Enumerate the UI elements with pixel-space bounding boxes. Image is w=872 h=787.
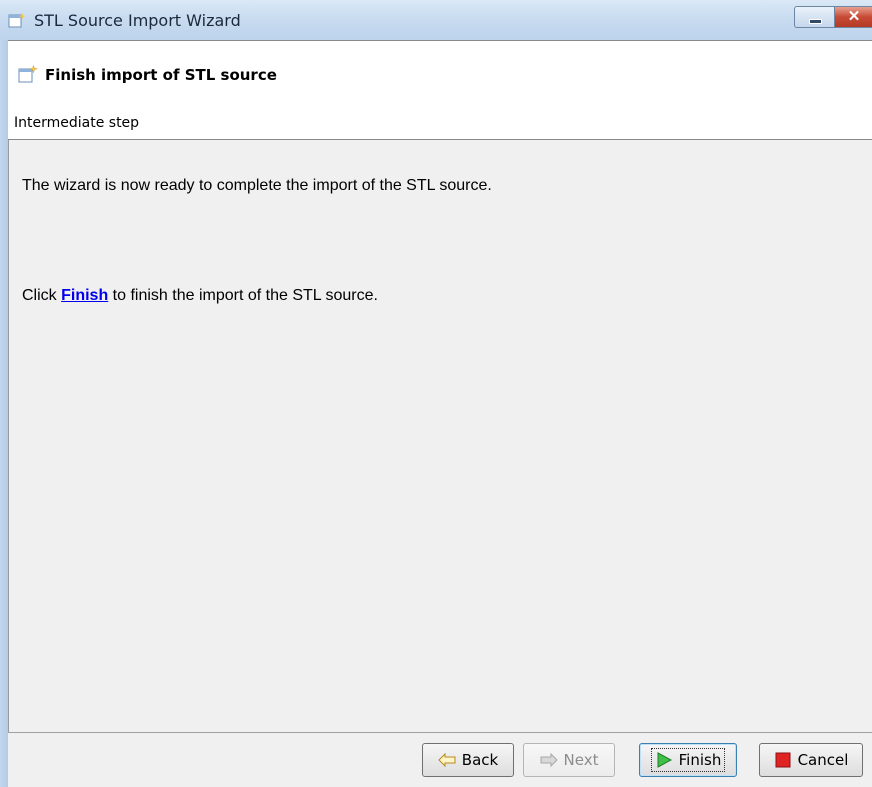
finish-button[interactable]: Finish bbox=[639, 743, 737, 777]
arrow-left-icon bbox=[438, 752, 456, 768]
wizard-icon bbox=[8, 12, 26, 28]
wizard-window: STL Source Import Wizard ✕ Finish import… bbox=[0, 0, 872, 787]
wizard-client-area: Finish import of STL source Intermediate… bbox=[8, 40, 872, 787]
page-title: Finish import of STL source bbox=[45, 66, 277, 84]
stop-icon bbox=[774, 752, 792, 768]
cancel-button[interactable]: Cancel bbox=[759, 743, 863, 777]
back-label: Back bbox=[461, 751, 499, 769]
finish-link[interactable]: Finish bbox=[61, 287, 108, 304]
next-button[interactable]: Next bbox=[523, 743, 615, 777]
close-button[interactable]: ✕ bbox=[834, 6, 872, 28]
play-icon bbox=[655, 752, 673, 768]
title-bar[interactable]: STL Source Import Wizard ✕ bbox=[0, 0, 872, 40]
page-subtitle: Intermediate step bbox=[14, 115, 140, 131]
wizard-header: Finish import of STL source Intermediate… bbox=[8, 40, 872, 140]
ready-message: The wizard is now ready to complete the … bbox=[22, 177, 492, 194]
window-title: STL Source Import Wizard bbox=[34, 11, 241, 30]
window-controls: ✕ bbox=[794, 6, 872, 30]
arrow-right-icon bbox=[540, 752, 558, 768]
next-label: Next bbox=[563, 751, 599, 769]
window-border bbox=[0, 40, 8, 787]
back-button[interactable]: Back bbox=[422, 743, 514, 777]
minimize-button[interactable] bbox=[794, 6, 834, 28]
instruction-suffix: to finish the import of the STL source. bbox=[108, 287, 378, 304]
instruction-prefix: Click bbox=[22, 287, 62, 304]
cancel-label: Cancel bbox=[797, 751, 849, 769]
button-bar: Back Next Finish Cancel bbox=[8, 733, 872, 787]
finish-label: Finish bbox=[678, 751, 722, 769]
focus-ring: Finish bbox=[650, 748, 726, 772]
close-icon: ✕ bbox=[847, 8, 861, 25]
wizard-icon bbox=[18, 64, 39, 83]
wizard-content: The wizard is now ready to complete the … bbox=[8, 140, 872, 732]
instruction-message: Click Finish to finish the import of the… bbox=[22, 287, 378, 305]
